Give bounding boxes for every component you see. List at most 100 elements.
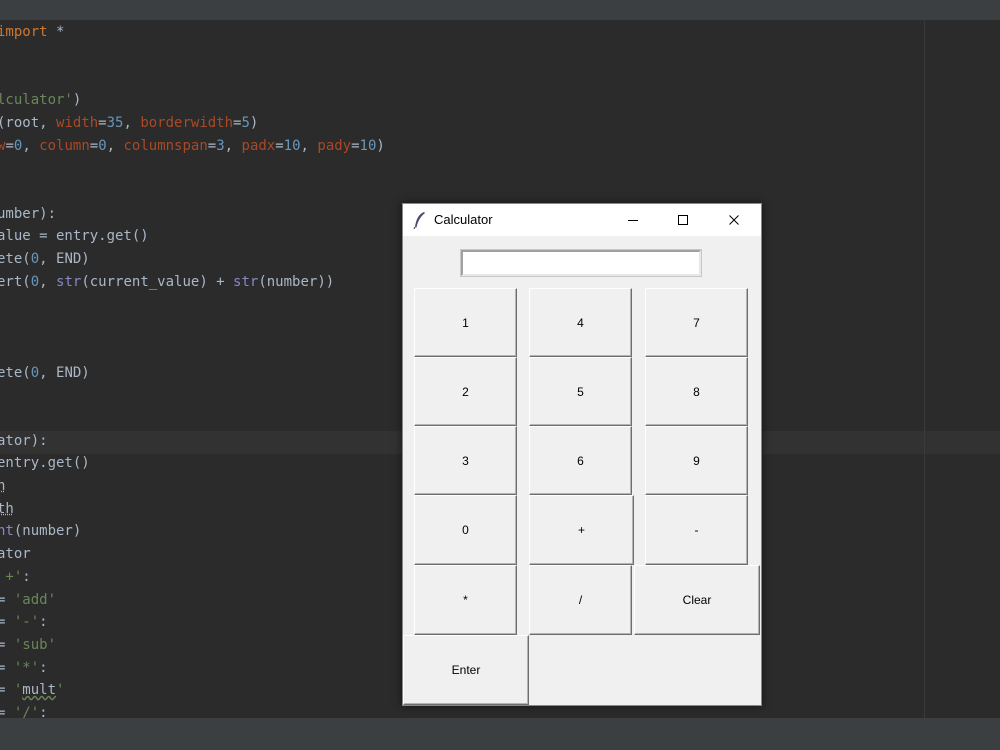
code-line: w=0, column=0, columnspan=3, padx=10, pa…: [0, 135, 385, 158]
code-line: = 'sub': [0, 634, 56, 657]
code-token: ert(: [0, 273, 31, 290]
code-token: 0: [30, 364, 40, 381]
calculator-window: Calculator 1 4 7 2 5 8 3 6 9 0 + - * / Clear Enter: [402, 203, 762, 706]
calculator-display[interactable]: [460, 249, 702, 277]
close-button[interactable]: [711, 204, 757, 236]
code-token: ,: [106, 137, 124, 154]
code-token: borderwidth: [140, 114, 234, 131]
code-token: alue = entry.get(): [0, 228, 149, 245]
code-token: (current_value) +: [81, 273, 234, 290]
button-5[interactable]: 5: [529, 357, 632, 426]
button-1[interactable]: 1: [414, 288, 517, 357]
code-line: entry.get(): [0, 452, 90, 475]
code-token: '-': [13, 614, 40, 631]
code-token: ,: [123, 114, 141, 131]
code-token: (root,: [0, 114, 57, 131]
code-token: :: [22, 568, 31, 585]
window-title-bar[interactable]: Calculator: [403, 204, 761, 236]
button-label: 9: [693, 453, 700, 468]
button-label: 5: [577, 384, 584, 399]
clear-button[interactable]: Clear: [634, 565, 760, 635]
code-token: ator):: [0, 432, 48, 449]
code-token: pady: [317, 137, 352, 154]
button-2[interactable]: 2: [414, 357, 517, 426]
button-6[interactable]: 6: [529, 426, 632, 495]
code-token: '/': [13, 705, 40, 718]
button-label: Clear: [682, 593, 712, 607]
code-token: padx: [241, 137, 276, 154]
code-token: h: [0, 478, 6, 494]
multiply-button[interactable]: *: [414, 565, 517, 635]
code-token: 'add': [13, 591, 57, 608]
button-label: +: [577, 523, 585, 537]
code-line: = 'mult': [0, 679, 64, 702]
code-token: 0: [30, 251, 40, 267]
code-token: =: [0, 614, 6, 631]
code-token: ': [56, 682, 65, 699]
code-token: *: [47, 24, 65, 40]
code-token: '*': [13, 659, 40, 676]
button-label: 7: [693, 315, 700, 330]
code-token: import: [0, 24, 48, 40]
code-line: nt(number): [0, 520, 81, 543]
code-token: 'sub': [13, 636, 57, 653]
right-margin-guide: [924, 20, 925, 718]
code-token: 10: [283, 137, 301, 154]
button-9[interactable]: 9: [645, 426, 748, 495]
code-token: =: [0, 682, 6, 699]
code-token: =: [5, 137, 14, 154]
minimize-button[interactable]: [610, 204, 656, 236]
code-token: str: [56, 273, 82, 290]
code-line: h: [0, 475, 5, 498]
code-line: (root, width=35, borderwidth=5): [0, 112, 258, 135]
editor-bottom-bar: [0, 718, 1000, 750]
code-token: nt: [0, 523, 14, 540]
code-token: 0: [98, 137, 107, 154]
code-token: mult: [22, 682, 57, 699]
code-token: entry.get(): [0, 455, 90, 472]
button-7[interactable]: 7: [645, 288, 748, 357]
button-label: 6: [577, 453, 584, 468]
code-token: +': [5, 568, 23, 585]
code-token: 3: [216, 137, 225, 154]
divide-button[interactable]: /: [529, 565, 632, 635]
code-token: =: [275, 137, 284, 154]
code-line: +':: [0, 566, 31, 589]
button-3[interactable]: 3: [414, 426, 517, 495]
code-token: , END): [39, 251, 90, 267]
code-token: umber):: [0, 205, 57, 222]
code-line: ator: [0, 543, 31, 566]
window-title: Calculator: [434, 212, 493, 227]
button-label: /: [578, 593, 583, 607]
code-line: alue = entry.get(): [0, 225, 149, 248]
code-token: ): [72, 92, 82, 109]
minimize-icon: [628, 220, 638, 221]
code-line: th: [0, 498, 14, 521]
add-button[interactable]: +: [529, 495, 634, 565]
close-icon: [729, 215, 739, 225]
code-line: umber):: [0, 203, 56, 226]
code-token: 35: [106, 114, 124, 131]
code-line: lculator'): [0, 89, 81, 112]
button-label: *: [463, 593, 468, 607]
maximize-button[interactable]: [660, 204, 706, 236]
code-token: 10: [359, 137, 377, 154]
enter-button[interactable]: Enter: [403, 635, 529, 705]
code-token: 5: [241, 114, 250, 131]
code-token: =: [0, 591, 6, 608]
button-0[interactable]: 0: [414, 495, 517, 565]
button-8[interactable]: 8: [645, 357, 748, 426]
code-token: =: [0, 636, 6, 653]
feather-icon: [413, 212, 425, 229]
code-line: ete(0, END): [0, 362, 90, 385]
code-token: str: [233, 273, 259, 290]
code-token: =: [0, 659, 6, 676]
button-4[interactable]: 4: [529, 288, 632, 357]
code-token: width: [56, 114, 99, 131]
code-token: ,: [39, 273, 57, 290]
button-label: 4: [577, 315, 584, 330]
button-label: 0: [462, 523, 469, 537]
code-token: column: [39, 137, 90, 154]
subtract-button[interactable]: -: [645, 495, 748, 565]
code-line: = '*':: [0, 657, 48, 680]
